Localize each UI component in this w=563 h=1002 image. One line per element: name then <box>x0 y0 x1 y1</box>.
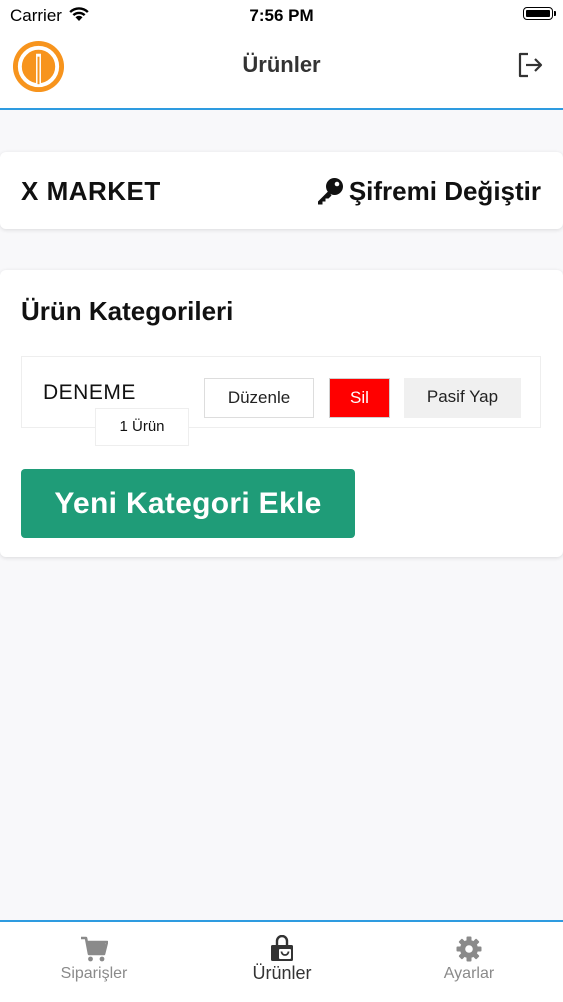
store-card: X MARKET Şifremi Değiştir <box>0 152 563 229</box>
tab-settings-label: Ayarlar <box>443 965 495 982</box>
category-product-count: 1 Ürün <box>95 408 189 446</box>
tab-settings[interactable]: Ayarlar <box>375 922 563 1002</box>
shopping-bag-icon <box>271 935 293 961</box>
store-name: X MARKET <box>21 176 161 206</box>
change-password-button[interactable]: Şifremi Değiştir <box>315 174 541 208</box>
tab-orders-label: Siparişler <box>60 965 128 982</box>
tab-bar: Siparişler Ürünler Ayarlar <box>0 920 563 1002</box>
add-category-button[interactable]: Yeni Kategori Ekle <box>21 469 355 538</box>
categories-title: Ürün Kategorileri <box>21 296 234 326</box>
edit-category-button[interactable]: Düzenle <box>204 378 314 418</box>
logout-icon[interactable] <box>515 50 545 80</box>
cart-icon <box>81 936 108 962</box>
nav-bar: Ürünler <box>0 34 563 110</box>
delete-category-button[interactable]: Sil <box>329 378 390 418</box>
page-title: Ürünler <box>242 52 321 77</box>
categories-card: Ürün Kategorileri DENEME 1 Ürün Düzenle … <box>0 270 563 557</box>
tab-products[interactable]: Ürünler <box>188 922 376 1002</box>
battery-icon <box>523 7 556 20</box>
category-name: DENEME <box>43 381 136 404</box>
tab-products-label: Ürünler <box>252 963 312 983</box>
status-time: 7:56 PM <box>249 6 314 25</box>
status-bar: Carrier 7:56 PM <box>0 0 563 34</box>
tab-orders[interactable]: Siparişler <box>0 922 188 1002</box>
deactivate-category-button[interactable]: Pasif Yap <box>404 378 521 418</box>
change-password-label: Şifremi Değiştir <box>348 175 541 206</box>
key-icon <box>317 178 343 205</box>
gear-icon <box>456 936 482 962</box>
category-row: DENEME 1 Ürün Düzenle Sil Pasif Yap <box>21 356 541 446</box>
